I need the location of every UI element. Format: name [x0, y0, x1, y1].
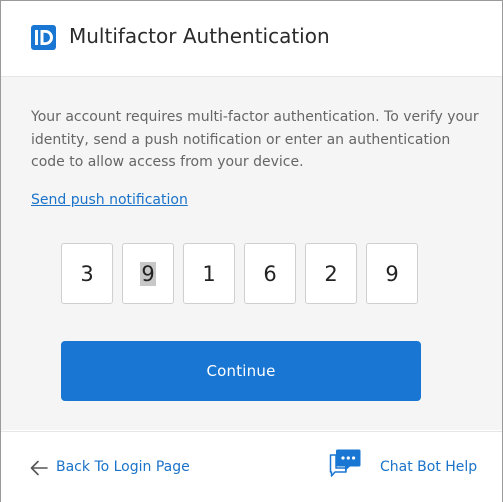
- page-title: Multifactor Authentication: [69, 24, 330, 48]
- code-digit-2-value: 9: [140, 262, 156, 286]
- code-digit-4[interactable]: 6: [244, 243, 296, 304]
- card-header: Multifactor Authentication: [1, 1, 502, 77]
- chat-bot-help-label: Chat Bot Help: [380, 459, 478, 475]
- back-to-login-label: Back To Login Page: [56, 459, 190, 475]
- code-digit-3-value: 1: [202, 262, 216, 286]
- send-push-link[interactable]: Send push notification: [31, 192, 188, 208]
- continue-button[interactable]: Continue: [61, 341, 421, 401]
- code-digit-5-value: 2: [324, 262, 338, 286]
- mfa-card: Multifactor Authentication Your account …: [0, 0, 503, 502]
- code-digit-1[interactable]: 3: [61, 243, 113, 304]
- instructions-text: Your account requires multi-factor authe…: [31, 109, 479, 170]
- id-badge-icon: [31, 25, 56, 50]
- card-body: Your account requires multi-factor authe…: [1, 77, 502, 430]
- code-digit-6[interactable]: 9: [366, 243, 418, 304]
- card-footer: Back To Login Page Chat Bot Help: [1, 431, 502, 502]
- code-digit-4-value: 6: [263, 262, 277, 286]
- chat-bubble-icon: [329, 449, 361, 477]
- arrow-left-icon: [30, 460, 48, 476]
- code-digit-3[interactable]: 1: [183, 243, 235, 304]
- code-digit-5[interactable]: 2: [305, 243, 357, 304]
- chat-bot-help-link[interactable]: Chat Bot Help: [328, 448, 478, 480]
- code-digit-6-value: 9: [385, 262, 399, 286]
- code-digit-2[interactable]: 9: [122, 243, 174, 304]
- code-digit-1-value: 3: [80, 262, 94, 286]
